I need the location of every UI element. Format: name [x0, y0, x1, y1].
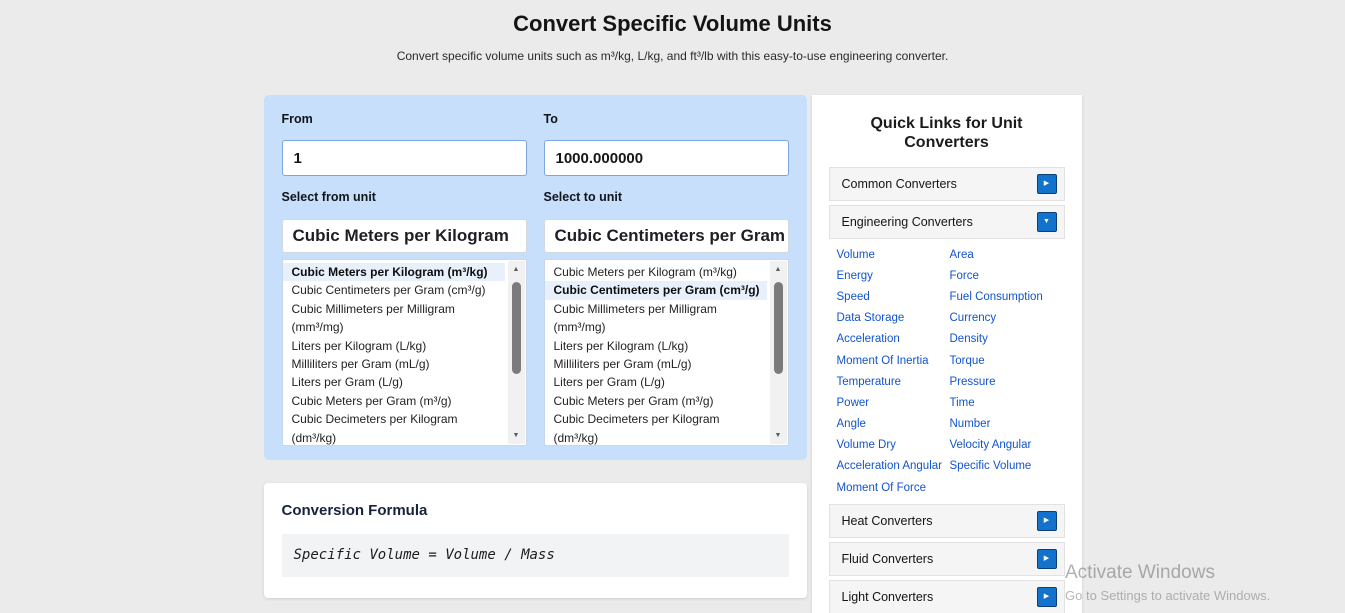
unit-option[interactable]: Milliliters per Gram (mL/g) — [545, 355, 767, 373]
quick-link-time[interactable]: Time — [950, 397, 1065, 409]
from-unit-select[interactable]: Cubic Meters per Kilogram — [282, 219, 527, 253]
quick-link-torque[interactable]: Torque — [950, 355, 1065, 367]
watermark-line2: Go to Settings to activate Windows. — [1065, 588, 1270, 604]
quick-link-acceleration[interactable]: Acceleration — [837, 333, 950, 345]
unit-option[interactable]: Liters per Gram (L/g) — [283, 373, 505, 391]
quick-link-power[interactable]: Power — [837, 397, 950, 409]
unit-option[interactable]: Cubic Meters per Kilogram (m³/kg) — [283, 263, 505, 281]
accordion-section-engineering-converters[interactable]: Engineering Converters ▼ — [829, 205, 1065, 239]
watermark-line1: Activate Windows — [1065, 561, 1270, 584]
from-label: From — [282, 113, 527, 126]
engineering-links-grid: VolumeAreaEnergyForceSpeedFuel Consumpti… — [829, 244, 1065, 498]
quick-link-temperature[interactable]: Temperature — [837, 376, 950, 388]
accordion-section-label: Heat Converters — [842, 514, 933, 528]
expand-icon[interactable]: ▶ — [1037, 174, 1057, 194]
unit-option[interactable]: Cubic Meters per Gram (m³/g) — [545, 392, 767, 410]
quick-link-number[interactable]: Number — [950, 418, 1065, 430]
accordion-section-label: Fluid Converters — [842, 552, 934, 566]
from-value-input[interactable] — [282, 140, 527, 176]
accordion-section-light-converters[interactable]: Light Converters ▶ — [829, 580, 1065, 613]
unit-option[interactable]: Milliliters per Gram (mL/g) — [283, 355, 505, 373]
unit-option[interactable]: Cubic Decimeters per Kilogram (dm³/kg) — [283, 410, 505, 446]
unit-option[interactable]: Cubic Centimeters per Gram (cm³/g) — [545, 281, 767, 299]
scroll-up-icon[interactable]: ▲ — [770, 261, 787, 278]
scroll-down-icon[interactable]: ▼ — [508, 427, 525, 444]
quick-link-energy[interactable]: Energy — [837, 270, 950, 282]
formula-code: Specific Volume = Volume / Mass — [282, 534, 789, 577]
accordion-section-label: Engineering Converters — [842, 215, 973, 229]
unit-option[interactable]: Cubic Meters per Kilogram (m³/kg) — [545, 263, 767, 281]
listbox-scrollbar[interactable]: ▲▼ — [770, 261, 787, 444]
to-label: To — [544, 113, 789, 126]
scroll-up-icon[interactable]: ▲ — [508, 261, 525, 278]
converter-panel: From Select from unit Cubic Meters per K… — [264, 95, 807, 460]
accordion-section-heat-converters[interactable]: Heat Converters ▶ — [829, 504, 1065, 538]
converter-column: From Select from unit Cubic Meters per K… — [264, 95, 807, 598]
quick-link-pressure[interactable]: Pressure — [950, 376, 1065, 388]
accordion-section-label: Common Converters — [842, 177, 957, 191]
quick-link-moment-of-inertia[interactable]: Moment Of Inertia — [837, 355, 950, 367]
formula-card: Conversion Formula Specific Volume = Vol… — [264, 483, 807, 598]
quick-link-acceleration-angular[interactable]: Acceleration Angular — [837, 460, 950, 472]
quick-link-specific-volume[interactable]: Specific Volume — [950, 460, 1065, 472]
quick-link-force[interactable]: Force — [950, 270, 1065, 282]
unit-option[interactable]: Cubic Millimeters per Milligram (mm³/mg) — [545, 300, 767, 337]
quick-links-sidebar: Quick Links for Unit Converters Common C… — [812, 95, 1082, 613]
expand-icon[interactable]: ▶ — [1037, 587, 1057, 607]
quick-link-volume-dry[interactable]: Volume Dry — [837, 439, 950, 451]
quick-link-speed[interactable]: Speed — [837, 291, 950, 303]
to-value-input[interactable] — [544, 140, 789, 176]
page-header: Convert Specific Volume Units Convert sp… — [0, 0, 1345, 64]
quick-link-data-storage[interactable]: Data Storage — [837, 312, 950, 324]
listbox-scrollbar[interactable]: ▲▼ — [508, 261, 525, 444]
scroll-down-icon[interactable]: ▼ — [770, 427, 787, 444]
page-subtitle: Convert specific volume units such as m³… — [0, 49, 1345, 64]
select-to-unit-label: Select to unit — [544, 191, 789, 204]
formula-heading: Conversion Formula — [282, 503, 789, 518]
to-unit-listbox[interactable]: Cubic Meters per Kilogram (m³/kg)Cubic C… — [544, 259, 789, 446]
unit-option[interactable]: Cubic Decimeters per Kilogram (dm³/kg) — [545, 410, 767, 446]
quick-link-currency[interactable]: Currency — [950, 312, 1065, 324]
accordion-section-fluid-converters[interactable]: Fluid Converters ▶ — [829, 542, 1065, 576]
unit-option[interactable]: Liters per Gram (L/g) — [545, 373, 767, 391]
expand-icon[interactable]: ▶ — [1037, 549, 1057, 569]
page-title: Convert Specific Volume Units — [0, 10, 1345, 38]
quick-link-velocity-angular[interactable]: Velocity Angular — [950, 439, 1065, 451]
accordion-section-label: Light Converters — [842, 590, 934, 604]
unit-option[interactable]: Cubic Millimeters per Milligram (mm³/mg) — [283, 300, 505, 337]
expand-icon[interactable]: ▶ — [1037, 511, 1057, 531]
converter-accordion: Common Converters ▶ Engineering Converters… — [829, 167, 1065, 613]
quick-link-moment-of-force[interactable]: Moment Of Force — [837, 482, 950, 494]
to-unit-select[interactable]: Cubic Centimeters per Gram — [544, 219, 789, 253]
from-column: From Select from unit Cubic Meters per K… — [282, 113, 527, 442]
main-content: From Select from unit Cubic Meters per K… — [264, 95, 1082, 613]
scroll-thumb[interactable] — [774, 282, 783, 374]
unit-option[interactable]: Cubic Meters per Gram (m³/g) — [283, 392, 505, 410]
quick-links-heading: Quick Links for Unit Converters — [829, 114, 1065, 152]
to-column: To Select to unit Cubic Centimeters per … — [544, 113, 789, 442]
accordion-section-common-converters[interactable]: Common Converters ▶ — [829, 167, 1065, 201]
quick-link-angle[interactable]: Angle — [837, 418, 950, 430]
quick-link-area[interactable]: Area — [950, 249, 1065, 261]
activate-windows-watermark: Activate Windows Go to Settings to activ… — [1065, 561, 1270, 604]
quick-link-volume[interactable]: Volume — [837, 249, 950, 261]
quick-link-fuel-consumption[interactable]: Fuel Consumption — [950, 291, 1065, 303]
unit-option[interactable]: Liters per Kilogram (L/kg) — [545, 337, 767, 355]
from-unit-listbox[interactable]: Cubic Meters per Kilogram (m³/kg)Cubic C… — [282, 259, 527, 446]
scroll-thumb[interactable] — [512, 282, 521, 374]
quick-link-density[interactable]: Density — [950, 333, 1065, 345]
collapse-icon[interactable]: ▼ — [1037, 212, 1057, 232]
unit-option[interactable]: Liters per Kilogram (L/kg) — [283, 337, 505, 355]
unit-option[interactable]: Cubic Centimeters per Gram (cm³/g) — [283, 281, 505, 299]
select-from-unit-label: Select from unit — [282, 191, 527, 204]
